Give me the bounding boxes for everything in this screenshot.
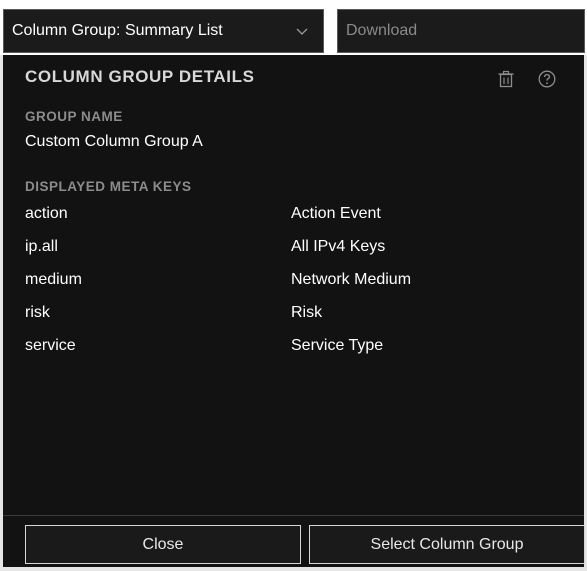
download-field[interactable]: Download (337, 9, 585, 53)
meta-key-description: Service Type (291, 337, 384, 354)
meta-key-row: service Service Type (25, 337, 565, 370)
column-group-select-label: Column Group: Summary List (12, 22, 223, 39)
meta-key-description: Risk (291, 304, 323, 321)
group-name-label: GROUP NAME (25, 109, 123, 124)
meta-key-name: risk (25, 304, 50, 321)
bottom-border (0, 567, 587, 571)
help-icon[interactable] (537, 69, 557, 89)
meta-key-row: action Action Event (25, 205, 565, 238)
meta-key-name: medium (25, 271, 82, 288)
chevron-down-icon (296, 28, 308, 35)
meta-key-name: action (25, 205, 68, 222)
column-group-dialog: Column Group: Summary List Download COLU… (0, 0, 587, 571)
close-button[interactable]: Close (25, 525, 301, 564)
meta-key-name: service (25, 337, 76, 354)
select-column-group-button[interactable]: Select Column Group (309, 525, 585, 564)
select-column-group-label: Select Column Group (370, 536, 524, 553)
meta-key-description: All IPv4 Keys (291, 238, 386, 255)
download-placeholder: Download (346, 22, 418, 39)
toolbar: Column Group: Summary List Download (0, 0, 587, 62)
meta-key-row: medium Network Medium (25, 271, 565, 304)
footer-divider (3, 515, 584, 516)
column-group-select[interactable]: Column Group: Summary List (3, 9, 324, 53)
close-button-label: Close (142, 536, 184, 553)
meta-key-description: Action Event (291, 205, 381, 222)
meta-key-row: ip.all All IPv4 Keys (25, 238, 565, 271)
panel-title: COLUMN GROUP DETAILS (25, 67, 255, 86)
trash-icon[interactable] (496, 69, 516, 89)
meta-keys-list: action Action Event ip.all All IPv4 Keys… (25, 205, 565, 370)
meta-key-row: risk Risk (25, 304, 565, 337)
meta-key-name: ip.all (25, 238, 58, 255)
group-name-value: Custom Column Group A (25, 133, 203, 150)
meta-key-description: Network Medium (291, 271, 412, 288)
column-group-details-panel: COLUMN GROUP DETAILS GROUP NAME Custom C… (0, 55, 587, 571)
meta-keys-label: DISPLAYED META KEYS (25, 179, 192, 194)
